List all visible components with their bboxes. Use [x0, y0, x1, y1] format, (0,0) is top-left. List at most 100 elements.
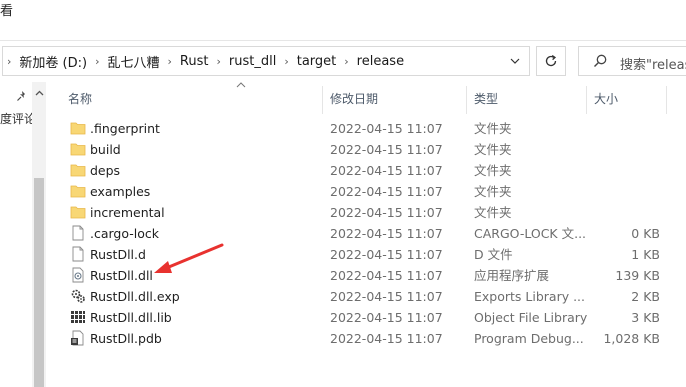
- file-type: Program Debug...: [474, 331, 584, 346]
- file-name: RustDll.dll: [90, 268, 153, 283]
- chevron-right-icon[interactable]: ›: [278, 55, 294, 68]
- breadcrumb-folder[interactable]: 乱七八糟: [105, 52, 161, 71]
- file-type: 文件夹: [474, 163, 512, 178]
- chevron-right-icon[interactable]: ›: [338, 55, 354, 68]
- folder-icon: [70, 141, 86, 157]
- file-type: 应用程序扩展: [474, 268, 550, 283]
- folder-icon: [70, 204, 86, 220]
- file-row[interactable]: examples 2022-04-15 11:07 文件夹: [48, 181, 686, 202]
- file-row[interactable]: build 2022-04-15 11:07 文件夹: [48, 139, 686, 160]
- chevron-right-icon[interactable]: ›: [3, 55, 17, 68]
- file-date: 2022-04-15 11:07: [330, 205, 443, 220]
- file-name: incremental: [90, 205, 165, 220]
- file-size: 0 KB: [631, 226, 660, 241]
- file-name: deps: [90, 163, 121, 178]
- file-type: Object File Library: [474, 310, 588, 325]
- file-row[interactable]: RustDll.dll.exp 2022-04-15 11:07 Exports…: [48, 286, 686, 307]
- column-header: 名称 修改日期 类型 大小: [48, 82, 686, 116]
- ribbon-area: 看: [0, 0, 686, 41]
- nav-scroll-thumb[interactable]: [34, 178, 44, 387]
- file-explorer-window: 看 › 新加卷 (D:) › 乱七八糟 › Rust › rust_dll › …: [0, 0, 686, 387]
- file-name: RustDll.dll.exp: [90, 289, 180, 304]
- file-size: 1,028 KB: [603, 331, 660, 346]
- file-row[interactable]: deps 2022-04-15 11:07 文件夹: [48, 160, 686, 181]
- breadcrumb-folder[interactable]: target: [295, 54, 339, 69]
- file-date: 2022-04-15 11:07: [330, 184, 443, 199]
- search-icon: [594, 54, 607, 67]
- address-row: › 新加卷 (D:) › 乱七八糟 › Rust › rust_dll › ta…: [0, 40, 686, 82]
- file-row[interactable]: RustDll.d 2022-04-15 11:07 D 文件 1 KB: [48, 244, 686, 265]
- file-name: .cargo-lock: [90, 226, 159, 241]
- file-date: 2022-04-15 11:07: [330, 247, 443, 262]
- file-name: build: [90, 142, 121, 157]
- pin-icon[interactable]: [16, 90, 28, 102]
- file-name: .fingerprint: [90, 121, 160, 136]
- file-row[interactable]: .cargo-lock 2022-04-15 11:07 CARGO-LOCK …: [48, 223, 686, 244]
- file-row[interactable]: incremental 2022-04-15 11:07 文件夹: [48, 202, 686, 223]
- file-date: 2022-04-15 11:07: [330, 226, 443, 241]
- refresh-button[interactable]: [536, 46, 566, 76]
- file-type: D 文件: [474, 247, 513, 262]
- chevron-up-icon: [35, 90, 43, 96]
- column-type[interactable]: 类型: [474, 90, 498, 110]
- file-date: 2022-04-15 11:07: [330, 310, 443, 325]
- column-divider[interactable]: [466, 86, 467, 114]
- column-divider[interactable]: [586, 86, 587, 114]
- column-size[interactable]: 大小: [594, 90, 618, 110]
- file-name: RustDll.d: [90, 247, 146, 262]
- file-type: 文件夹: [474, 121, 512, 136]
- file-date: 2022-04-15 11:07: [330, 331, 443, 346]
- column-date[interactable]: 修改日期: [330, 90, 378, 110]
- file-size: 2 KB: [631, 289, 660, 304]
- nav-item-label[interactable]: 度评论: [0, 110, 36, 127]
- column-divider[interactable]: [322, 86, 323, 114]
- chevron-right-icon[interactable]: ›: [89, 55, 105, 68]
- scroll-up-button[interactable]: [32, 86, 46, 100]
- breadcrumb-current[interactable]: release: [355, 54, 406, 69]
- file-size: 1 KB: [631, 247, 660, 262]
- search-input[interactable]: 搜索"release": [578, 46, 686, 76]
- file-icon: [70, 225, 86, 241]
- breadcrumb-folder[interactable]: Rust: [178, 54, 211, 69]
- folder-icon: [70, 120, 86, 136]
- dll-icon: [70, 267, 86, 283]
- exp-icon: [70, 288, 86, 304]
- file-date: 2022-04-15 11:07: [330, 289, 443, 304]
- file-date: 2022-04-15 11:07: [330, 142, 443, 157]
- file-name: RustDll.pdb: [90, 331, 162, 346]
- file-name: RustDll.dll.lib: [90, 310, 172, 325]
- file-type: CARGO-LOCK 文...: [474, 226, 587, 241]
- file-icon: [70, 246, 86, 262]
- file-type: 文件夹: [474, 142, 512, 157]
- address-bar[interactable]: › 新加卷 (D:) › 乱七八糟 › Rust › rust_dll › ta…: [2, 46, 530, 76]
- annotation-arrow-icon: [154, 243, 224, 273]
- file-row[interactable]: RustDll.pdb 2022-04-15 11:07 Program Deb…: [48, 328, 686, 349]
- breadcrumb: › 新加卷 (D:) › 乱七八糟 › Rust › rust_dll › ta…: [3, 47, 406, 75]
- breadcrumb-drive[interactable]: 新加卷 (D:): [17, 52, 89, 71]
- refresh-icon: [545, 54, 557, 67]
- search-placeholder: 搜索"release": [620, 58, 686, 73]
- sort-up-icon: [236, 82, 246, 88]
- file-row[interactable]: .fingerprint 2022-04-15 11:07 文件夹: [48, 118, 686, 139]
- lib-icon: [70, 309, 86, 325]
- column-divider[interactable]: [666, 86, 667, 114]
- view-menu[interactable]: 看: [0, 0, 13, 19]
- file-date: 2022-04-15 11:07: [330, 268, 443, 283]
- file-date: 2022-04-15 11:07: [330, 163, 443, 178]
- breadcrumb-folder[interactable]: rust_dll: [227, 54, 278, 69]
- navigation-pane: 度评论: [0, 82, 48, 387]
- address-history-button[interactable]: [501, 47, 529, 75]
- file-list: .fingerprint 2022-04-15 11:07 文件夹 build …: [48, 118, 686, 349]
- file-row[interactable]: RustDll.dll 2022-04-15 11:07 应用程序扩展 139 …: [48, 265, 686, 286]
- chevron-right-icon[interactable]: ›: [210, 55, 226, 68]
- column-name[interactable]: 名称: [68, 90, 92, 110]
- file-type: Exports Library ...: [474, 289, 586, 304]
- file-size: 3 KB: [631, 310, 660, 325]
- file-type: 文件夹: [474, 205, 512, 220]
- file-size: 139 KB: [615, 268, 660, 283]
- file-date: 2022-04-15 11:07: [330, 121, 443, 136]
- chevron-down-icon: [510, 58, 520, 64]
- file-row[interactable]: RustDll.dll.lib 2022-04-15 11:07 Object …: [48, 307, 686, 328]
- folder-icon: [70, 162, 86, 178]
- chevron-right-icon[interactable]: ›: [162, 55, 178, 68]
